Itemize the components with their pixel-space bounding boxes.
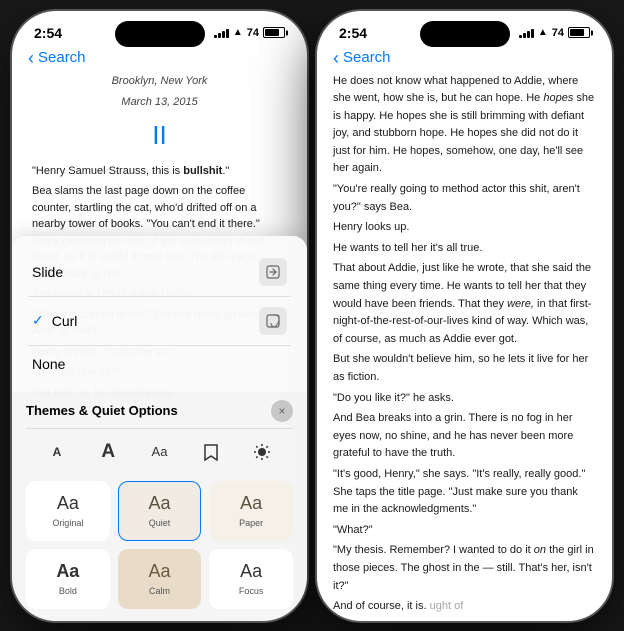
theme-grid: Aa Original Aa Quiet Aa Paper Aa xyxy=(26,481,293,609)
theme-aa-calm: Aa xyxy=(148,561,170,582)
battery-icon xyxy=(263,27,285,38)
right-para-9: "It's good, Henry," she says. "It's real… xyxy=(333,466,596,519)
theme-card-quiet[interactable]: Aa Quiet xyxy=(118,481,202,541)
nav-bar-left: ‹ Search xyxy=(12,45,307,73)
theme-label-original: Original xyxy=(52,518,83,528)
time-left: 2:54 xyxy=(34,25,62,41)
right-para-11: "My thesis. Remember? I wanted to do it … xyxy=(333,542,596,595)
reading-toolbar: A A Aa xyxy=(26,428,293,477)
theme-aa-quiet: Aa xyxy=(148,493,170,514)
theme-label-bold: Bold xyxy=(59,586,77,596)
theme-card-paper[interactable]: Aa Paper xyxy=(209,481,293,541)
book-location: Brooklyn, New York xyxy=(32,73,287,90)
book-date: March 13, 2015 xyxy=(32,94,287,111)
wifi-icon-right: ▲ xyxy=(538,27,548,38)
nav-bar-right: ‹ Search xyxy=(317,45,612,73)
themes-header: Themes & Quiet Options × xyxy=(26,400,293,422)
right-book-content: He does not know what happened to Addie,… xyxy=(317,73,612,621)
theme-label-calm: Calm xyxy=(149,586,170,596)
right-para-1: He does not know what happened to Addie,… xyxy=(333,73,596,179)
dynamic-island-right xyxy=(420,21,510,47)
overlay-panel: Slide ✓ Curl xyxy=(12,236,307,621)
app-container: 2:54 ▲ 74 ‹ xyxy=(0,0,624,631)
menu-item-curl[interactable]: ✓ Curl xyxy=(28,297,291,346)
theme-card-calm[interactable]: Aa Calm xyxy=(118,549,202,609)
theme-card-original[interactable]: Aa Original xyxy=(26,481,110,541)
chevron-left-icon-right: ‹ xyxy=(333,49,339,67)
theme-aa-original: Aa xyxy=(57,493,79,514)
dynamic-island xyxy=(115,21,205,47)
theme-label-quiet: Quiet xyxy=(149,518,171,528)
back-button-right[interactable]: ‹ Search xyxy=(333,49,391,67)
curl-label: Curl xyxy=(52,313,78,329)
signal-icon xyxy=(214,28,229,38)
font-decrease-button[interactable]: A xyxy=(40,435,74,469)
theme-card-bold[interactable]: Aa Bold xyxy=(26,549,110,609)
menu-item-slide[interactable]: Slide xyxy=(28,248,291,297)
right-para-13: Henry runs his h his, butrelieved and li… xyxy=(333,619,596,621)
slide-label: Slide xyxy=(32,264,63,280)
checkmark-icon: ✓ xyxy=(32,312,44,329)
signal-icon-right xyxy=(519,28,534,38)
time-right: 2:54 xyxy=(339,25,367,41)
theme-aa-paper: Aa xyxy=(240,493,262,514)
right-para-6: But she wouldn't believe him, so he lets… xyxy=(333,351,596,386)
para-0: "Henry Samuel Strauss, this is bullshit.… xyxy=(32,163,287,180)
left-phone: 2:54 ▲ 74 ‹ xyxy=(12,11,307,621)
theme-aa-focus: Aa xyxy=(240,561,262,582)
themes-title: Themes & Quiet Options xyxy=(26,403,178,418)
right-para-4: He wants to tell her it's all true. xyxy=(333,240,596,258)
right-para-10: "What?" xyxy=(333,522,596,540)
back-button-left[interactable]: ‹ Search xyxy=(28,49,86,67)
right-para-5: That about Addie, just like he wrote, th… xyxy=(333,260,596,348)
font-style-button[interactable]: Aa xyxy=(143,435,177,469)
right-para-12: And of course, it is. ught of xyxy=(333,598,596,616)
battery-label-right: 74 xyxy=(552,27,564,39)
right-para-2: "You're really going to method actor thi… xyxy=(333,181,596,216)
status-icons-left: ▲ 74 xyxy=(214,27,285,39)
theme-label-focus: Focus xyxy=(239,586,264,596)
battery-label: 74 xyxy=(247,27,259,39)
chevron-left-icon: ‹ xyxy=(28,49,34,67)
theme-aa-bold: Aa xyxy=(56,561,79,582)
theme-label-paper: Paper xyxy=(239,518,263,528)
right-phone: 2:54 ▲ 74 ‹ xyxy=(317,11,612,621)
slide-icon xyxy=(259,258,287,286)
back-label-right: Search xyxy=(343,49,391,66)
bookmark-button[interactable] xyxy=(194,435,228,469)
menu-item-none[interactable]: None xyxy=(28,346,291,382)
right-para-8: And Bea breaks into a grin. There is no … xyxy=(333,410,596,463)
wifi-icon: ▲ xyxy=(233,27,243,38)
status-icons-right: ▲ 74 xyxy=(519,27,590,39)
back-label-left: Search xyxy=(38,49,86,66)
right-para-7: "Do you like it?" he asks. xyxy=(333,390,596,408)
right-para-3: Henry looks up. xyxy=(333,219,596,237)
theme-card-focus[interactable]: Aa Focus xyxy=(209,549,293,609)
themes-section: Themes & Quiet Options × A A Aa xyxy=(12,392,307,621)
chapter-number: II xyxy=(32,115,287,155)
none-label: None xyxy=(32,356,65,372)
close-button[interactable]: × xyxy=(271,400,293,422)
battery-icon-right xyxy=(568,27,590,38)
curl-icon xyxy=(259,307,287,335)
font-increase-button[interactable]: A xyxy=(91,435,125,469)
brightness-button[interactable] xyxy=(245,435,279,469)
slide-menu: Slide ✓ Curl xyxy=(12,236,307,392)
